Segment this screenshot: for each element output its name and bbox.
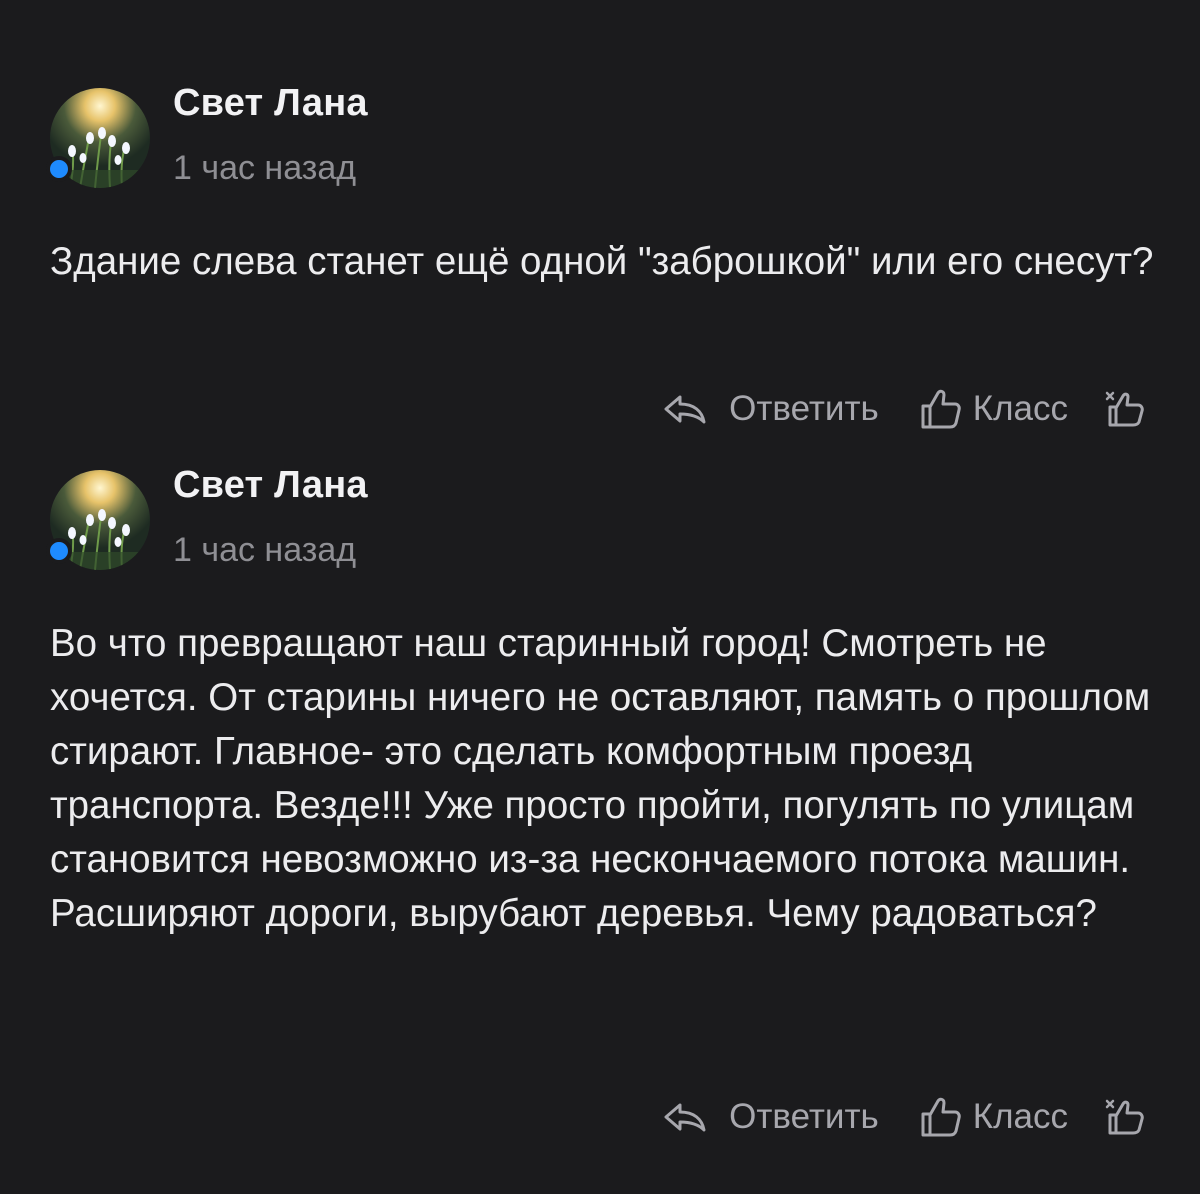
reply-label: Ответить bbox=[729, 389, 879, 428]
author-name[interactable]: Свет Лана bbox=[173, 82, 368, 125]
reply-button[interactable]: Ответить bbox=[663, 389, 879, 429]
comment: Свет Лана 1 час назад Во что превращают … bbox=[0, 456, 1200, 1194]
thumbs-up-plus-icon bbox=[1104, 1095, 1152, 1139]
like-label: Класс bbox=[972, 389, 1068, 428]
like-button[interactable]: Класс bbox=[919, 1095, 1068, 1139]
reply-button[interactable]: Ответить bbox=[663, 1097, 879, 1137]
comment-time: 1 час назад bbox=[173, 149, 357, 187]
comment-text: Во что превращают наш старинный город! С… bbox=[50, 622, 1151, 935]
like-button[interactable]: Класс bbox=[919, 387, 1068, 431]
like-label: Класс bbox=[972, 1097, 1068, 1136]
thumbs-up-icon bbox=[919, 1095, 963, 1139]
comment-actions: Ответить Класс bbox=[663, 1092, 1152, 1142]
reply-label: Ответить bbox=[729, 1097, 879, 1136]
thumbs-up-icon bbox=[919, 387, 963, 431]
comment-actions: Ответить Класс bbox=[663, 384, 1152, 434]
thumbs-up-plus-icon bbox=[1104, 387, 1152, 431]
reply-arrow-icon bbox=[663, 1101, 707, 1133]
reply-arrow-icon bbox=[663, 393, 707, 425]
comment-text: Здание слева станет ещё одной "заброшкой… bbox=[50, 240, 1154, 283]
react-button[interactable] bbox=[1104, 387, 1152, 431]
comment-time: 1 час назад bbox=[173, 531, 357, 569]
author-name[interactable]: Свет Лана bbox=[173, 464, 368, 507]
online-status-dot bbox=[46, 156, 72, 182]
comment: Свет Лана 1 час назад Здание слева стане… bbox=[0, 0, 1200, 456]
react-button[interactable] bbox=[1104, 1095, 1152, 1139]
online-status-dot bbox=[46, 538, 72, 564]
